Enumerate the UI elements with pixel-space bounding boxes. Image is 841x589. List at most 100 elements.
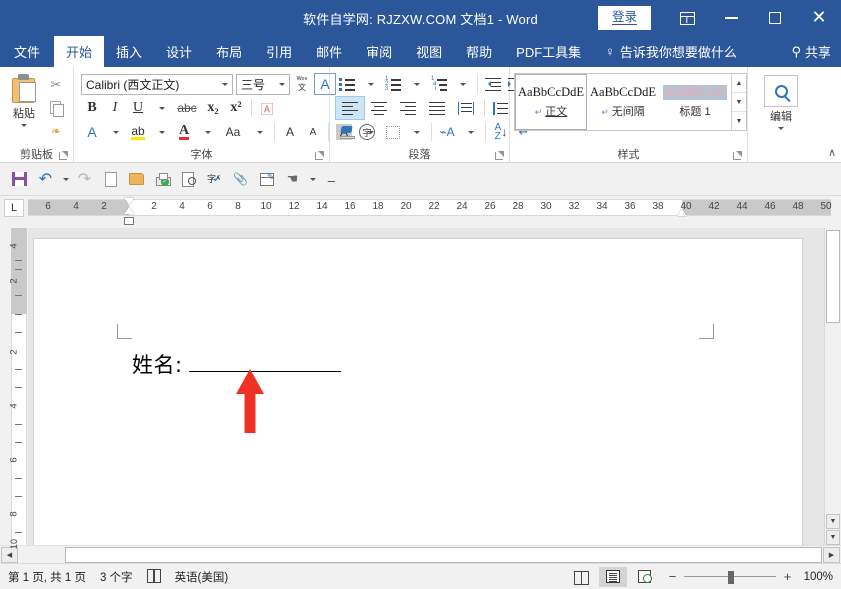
web-layout-button[interactable]: [631, 567, 659, 587]
paste-button[interactable]: 粘贴: [4, 72, 44, 127]
align-center-button[interactable]: [365, 97, 393, 119]
highlight-button[interactable]: ab: [127, 121, 149, 143]
vertical-ruler[interactable]: 4 2 2 4 6 8 10: [0, 228, 28, 545]
new-document-button[interactable]: [98, 167, 123, 192]
font-color-dropdown[interactable]: [196, 121, 218, 143]
zoom-out-button[interactable]: −: [667, 569, 678, 584]
change-case-button[interactable]: Aa: [219, 121, 247, 143]
zoom-level-label[interactable]: 100%: [799, 571, 833, 583]
proofing-status-button[interactable]: [147, 569, 161, 584]
font-size-dropdown-icon[interactable]: [274, 75, 289, 94]
format-painter-button[interactable]: ❧: [44, 120, 68, 142]
redo-button[interactable]: ↷: [72, 167, 97, 192]
grow-font-button[interactable]: A: [279, 121, 301, 143]
subscript-button[interactable]: x₂: [202, 97, 224, 119]
zoom-slider[interactable]: [684, 570, 776, 584]
font-size-combo[interactable]: 三号: [236, 74, 290, 95]
tab-insert[interactable]: 插入: [104, 36, 154, 67]
spelling-button[interactable]: 字ᴬ✓: [202, 167, 227, 192]
print-layout-button[interactable]: [599, 567, 627, 587]
read-mode-button[interactable]: [567, 567, 595, 587]
horizontal-scroll-track[interactable]: [19, 547, 822, 563]
style-item-normal[interactable]: AaBbCcDdE ↵ 正文: [515, 74, 587, 130]
tab-design[interactable]: 设计: [154, 36, 204, 67]
tab-home[interactable]: 开始: [54, 36, 104, 67]
undo-button[interactable]: ↶: [33, 167, 58, 192]
cut-button[interactable]: ✂: [44, 74, 68, 96]
superscript-button[interactable]: x²: [225, 97, 247, 119]
tab-review[interactable]: 审阅: [354, 36, 404, 67]
quick-print-button[interactable]: ✓: [150, 167, 175, 192]
document-page[interactable]: 姓名:: [33, 238, 803, 545]
scroll-down-button[interactable]: ▼: [826, 514, 840, 529]
collapse-ribbon-button[interactable]: ∧: [828, 146, 836, 159]
borders-dropdown[interactable]: [405, 121, 427, 143]
draw-table-button[interactable]: [254, 167, 279, 192]
highlight-dropdown[interactable]: [150, 121, 172, 143]
attach-file-button[interactable]: 📎: [228, 167, 253, 192]
shading-button[interactable]: [336, 121, 358, 143]
editing-button[interactable]: 编辑: [764, 75, 798, 130]
editing-dropdown-icon[interactable]: [778, 127, 784, 130]
underline-button[interactable]: U: [127, 97, 149, 119]
numbering-dropdown[interactable]: [405, 73, 427, 95]
document-canvas[interactable]: 姓名:: [28, 228, 824, 545]
zoom-in-button[interactable]: +: [782, 569, 793, 584]
tab-view[interactable]: 视图: [404, 36, 454, 67]
font-name-dropdown-icon[interactable]: [217, 75, 232, 94]
shading-dropdown[interactable]: [359, 121, 381, 143]
numbering-button[interactable]: 1 2 3: [382, 73, 404, 95]
style-item-heading1[interactable]: AABBCCD 标题 1: [659, 74, 731, 130]
tab-references[interactable]: 引用: [254, 36, 304, 67]
bold-button[interactable]: B: [81, 97, 103, 119]
tell-me-box[interactable]: ♀ 告诉我你想要做什么: [593, 36, 747, 67]
open-button[interactable]: [124, 167, 149, 192]
tab-stop-selector-box[interactable]: L: [4, 199, 24, 217]
underline-dropdown[interactable]: [150, 97, 172, 119]
vertical-scrollbar[interactable]: ▼ ▼: [824, 228, 841, 545]
styles-scroll-up-button[interactable]: ▲: [732, 74, 746, 93]
text-effects-dropdown[interactable]: [104, 121, 126, 143]
tab-mailings[interactable]: 邮件: [304, 36, 354, 67]
first-line-indent-marker[interactable]: [124, 198, 134, 205]
page-indicator[interactable]: 第 1 页, 共 1 页: [8, 569, 86, 585]
vertical-scrollbar-thumb[interactable]: [826, 230, 840, 323]
style-item-no-spacing[interactable]: AaBbCcDdE ↵ 无间隔: [587, 74, 659, 130]
horizontal-scrollbar-thumb[interactable]: [65, 547, 822, 563]
styles-scroll-down-button[interactable]: ▼: [732, 93, 746, 112]
customize-qat-button[interactable]: ⚊: [319, 167, 344, 192]
decrease-indent-button[interactable]: [482, 73, 504, 95]
strikethrough-button[interactable]: abc: [173, 97, 201, 119]
styles-dialog-launcher[interactable]: [733, 151, 742, 160]
horizontal-ruler[interactable]: 6 4 2 2 4 6 8 10 12 14 16 18 20 22 24 26…: [28, 196, 822, 228]
asian-layout-dropdown[interactable]: [459, 121, 481, 143]
scroll-right-button[interactable]: ▶: [823, 547, 840, 563]
word-count[interactable]: 3 个字: [100, 569, 133, 585]
ribbon-display-options-button[interactable]: [665, 0, 709, 36]
font-color-button[interactable]: A: [173, 121, 195, 143]
horizontal-scrollbar[interactable]: ◀ ▶: [0, 545, 841, 563]
asian-layout-button[interactable]: ⌁A: [436, 121, 458, 143]
close-button[interactable]: ✕: [797, 0, 841, 36]
maximize-button[interactable]: [753, 0, 797, 36]
tab-layout[interactable]: 布局: [204, 36, 254, 67]
italic-button[interactable]: I: [104, 97, 126, 119]
font-dialog-launcher[interactable]: [315, 151, 324, 160]
share-button[interactable]: ⚲ 共享: [781, 36, 841, 67]
multilevel-list-button[interactable]: 1 a i: [428, 73, 450, 95]
touch-mode-dropdown-button[interactable]: [306, 167, 318, 192]
paragraph-dialog-launcher[interactable]: [495, 151, 504, 160]
text-effects-button[interactable]: A: [81, 121, 103, 143]
minimize-button[interactable]: [709, 0, 753, 36]
phonetic-guide-button[interactable]: ᵂᵉⁿ文: [291, 73, 313, 95]
right-indent-marker[interactable]: [677, 209, 687, 216]
sign-in-button[interactable]: 登录: [598, 6, 651, 30]
copy-button[interactable]: [44, 97, 68, 119]
change-case-dropdown[interactable]: [248, 121, 270, 143]
distribute-button[interactable]: [452, 97, 480, 119]
align-right-button[interactable]: [394, 97, 422, 119]
find-box[interactable]: [764, 75, 798, 107]
language-indicator[interactable]: 英语(美国): [175, 569, 229, 585]
multilevel-list-dropdown[interactable]: [451, 73, 473, 95]
clear-formatting-button[interactable]: 🄰: [256, 97, 278, 119]
